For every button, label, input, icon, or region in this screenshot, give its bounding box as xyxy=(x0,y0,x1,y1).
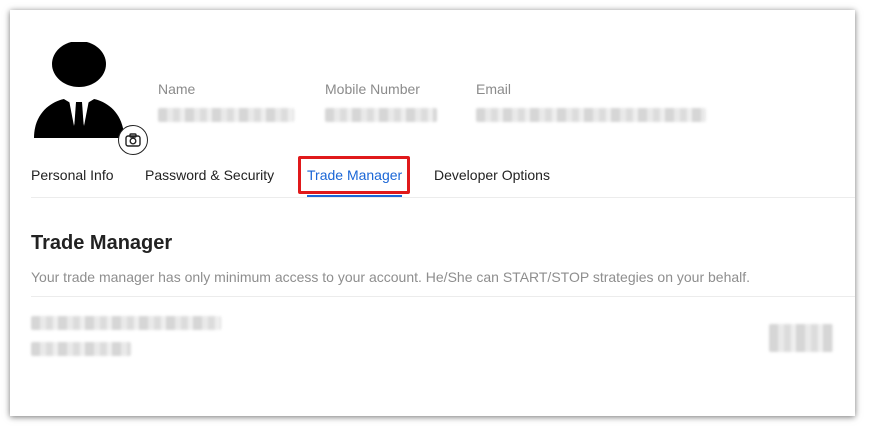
section-description: Your trade manager has only minimum acce… xyxy=(31,269,751,285)
user-avatar-icon xyxy=(34,42,124,138)
tab-developer-options[interactable]: Developer Options xyxy=(434,165,550,185)
redacted-value xyxy=(158,108,294,122)
tab-bar: Personal Info Password & Security Trade … xyxy=(31,156,855,199)
section-divider xyxy=(31,296,855,297)
field-label: Mobile Number xyxy=(325,81,420,97)
profile-field-name: Name xyxy=(158,80,294,122)
list-item xyxy=(31,310,855,370)
redacted-value xyxy=(31,316,221,330)
section-title: Trade Manager xyxy=(31,232,173,254)
tab-personal-info[interactable]: Personal Info xyxy=(31,165,114,185)
avatar xyxy=(32,42,148,155)
field-label: Name xyxy=(158,81,196,97)
profile-card: Name Mobile Number Email Personal Info P… xyxy=(10,10,855,416)
tab-password-security[interactable]: Password & Security xyxy=(145,165,274,185)
redacted-value xyxy=(31,342,131,356)
redacted-value xyxy=(325,108,437,122)
field-label: Email xyxy=(476,81,512,97)
redacted-value xyxy=(476,108,706,122)
change-photo-button[interactable] xyxy=(118,125,148,155)
camera-icon xyxy=(125,133,141,147)
profile-field-mobile: Mobile Number xyxy=(325,80,437,122)
tabs-divider xyxy=(31,197,855,198)
redacted-action[interactable] xyxy=(769,324,833,352)
highlight-box xyxy=(298,156,410,194)
profile-field-email: Email xyxy=(476,80,706,122)
